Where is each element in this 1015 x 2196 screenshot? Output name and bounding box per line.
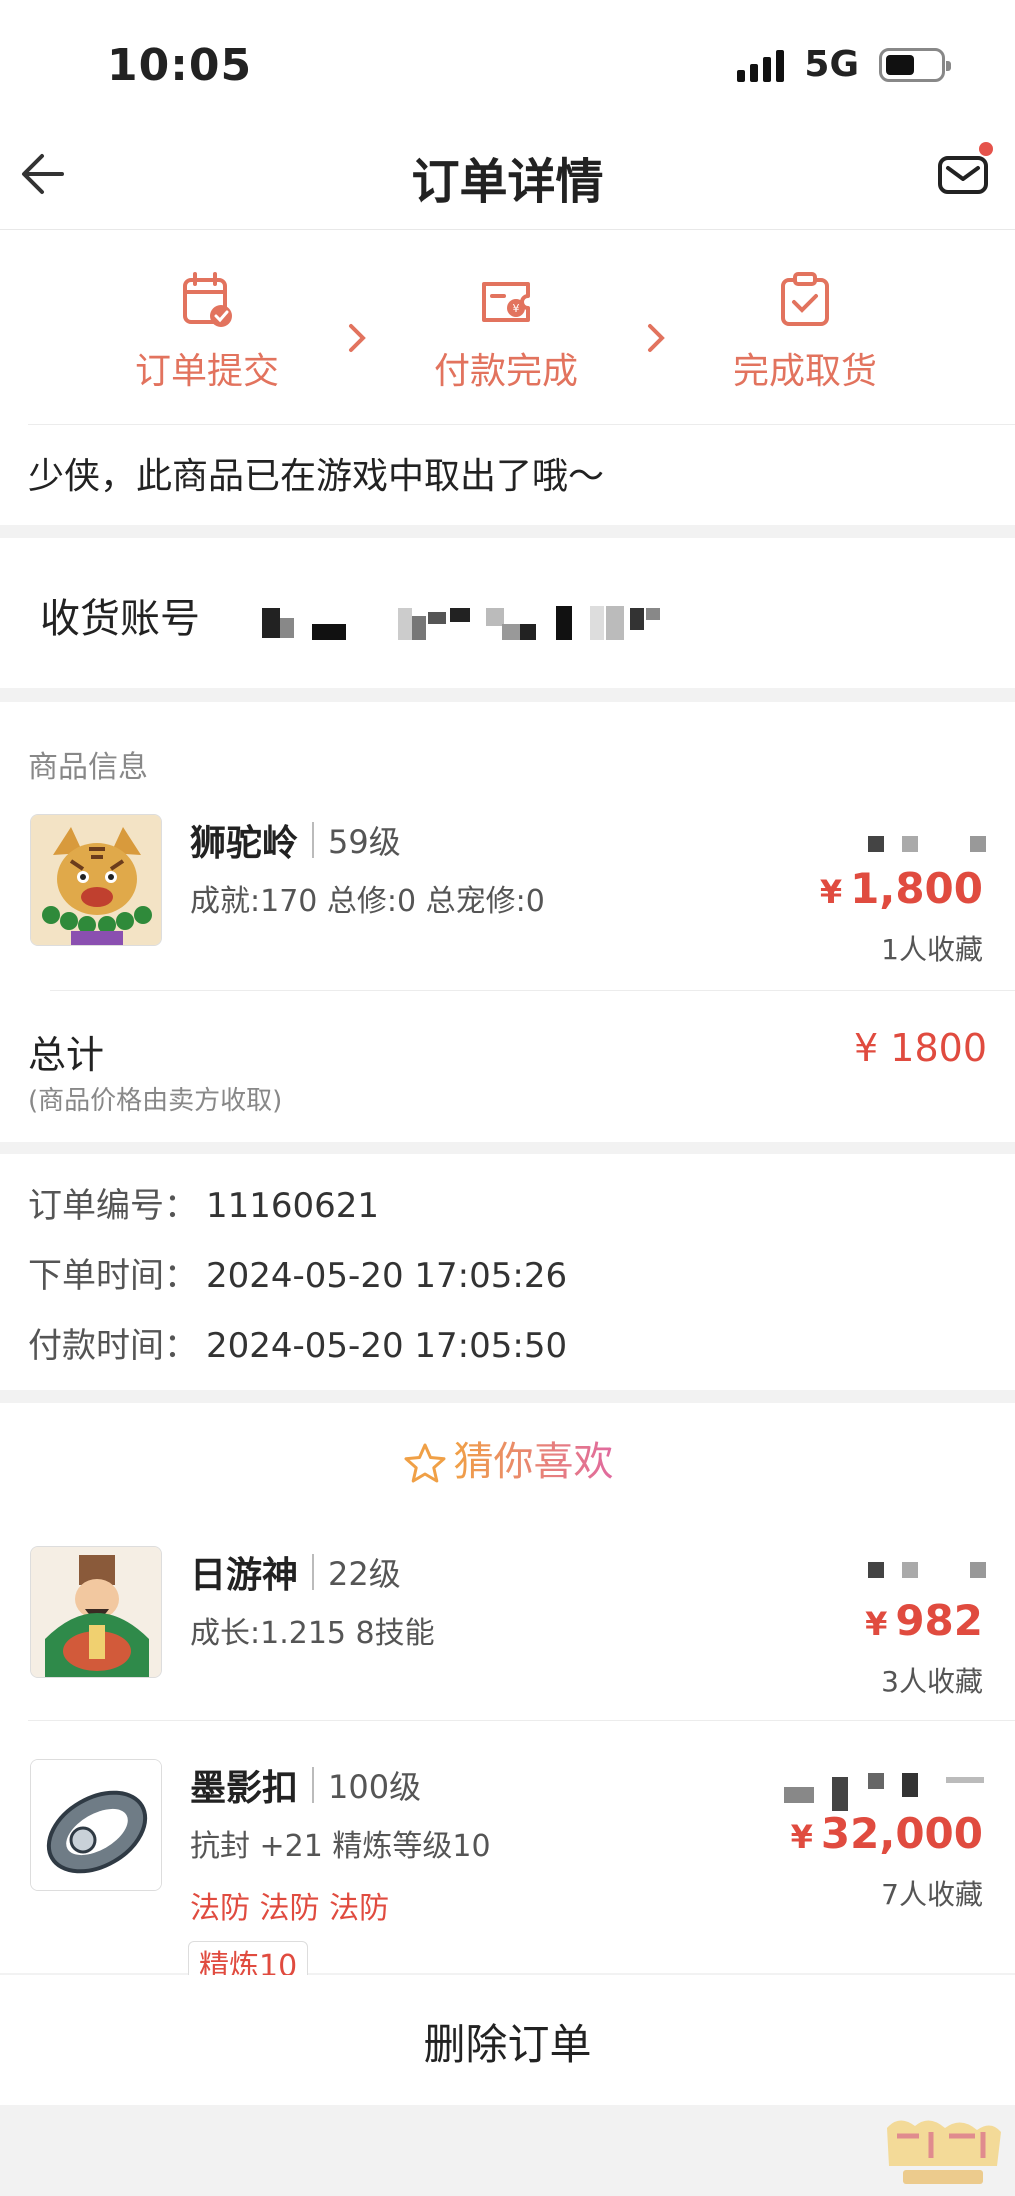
chevron-right-icon [648, 324, 665, 352]
recommend-item[interactable]: 墨影扣 100级 抗封 +21 精炼等级10 法防 法防 法防 精炼10 ¥32,… [0, 1751, 1015, 1991]
item-level: 59级 [328, 823, 401, 861]
step-pickup-complete: 完成取货 [695, 270, 915, 394]
step-label: 完成取货 [732, 351, 877, 392]
item-stats: 成长:1.215 8技能 [190, 1616, 435, 1651]
step-order-submitted: 订单提交 [97, 270, 317, 394]
recommend-item[interactable]: 日游神 22级 成长:1.215 8技能 ¥982 3人收藏 [0, 1538, 1015, 1738]
order-time: 2024-05-20 17:05:26 [206, 1256, 568, 1296]
status-indicators: 5G [737, 44, 951, 85]
ticket-yen-icon: ¥ [482, 282, 530, 322]
status-time: 10:05 [107, 40, 253, 91]
item-name: 墨影扣 [190, 1768, 299, 1809]
status-bar: 10:05 5G [0, 0, 1015, 130]
item-stats: 成就:170 总修:0 总宠修:0 [190, 884, 545, 919]
item-name-row: 日游神 22级 [190, 1546, 401, 1598]
account-label: 收货账号 [40, 596, 200, 642]
notification-dot [979, 142, 993, 156]
notice-text: 少侠，此商品已在游戏中取出了哦～ [28, 456, 605, 497]
recommend-title: 猜你喜欢 [0, 1429, 1015, 1487]
divider [50, 990, 1015, 991]
item-level: 22级 [328, 1555, 401, 1593]
step-label: 付款完成 [433, 351, 578, 392]
payment-time: 2024-05-20 17:05:50 [206, 1326, 568, 1366]
item-tags: 法防 法防 法防 [190, 1891, 390, 1926]
item-price: ¥32,000 [790, 1809, 983, 1858]
total-label: 总计 [28, 1033, 105, 1077]
order-progress: 订单提交 ¥ 付款完成 完成取货 [0, 230, 1015, 425]
item-favorites: 1人收藏 [881, 933, 983, 966]
goods-info: 商品信息 狮驼岭 59级 成就:170 总修:0 总宠修:0 ¥1,800 1人… [0, 702, 1015, 1142]
page-title: 订单详情 [411, 154, 604, 210]
total-note: (商品价格由卖方收取) [28, 1086, 283, 1116]
chevron-right-icon [349, 324, 366, 352]
payment-time-row: 付款时间： 2024-05-20 17:05:50 [28, 1326, 568, 1366]
battery-icon [879, 47, 951, 82]
item-name-row: 墨影扣 100级 [190, 1759, 421, 1811]
status-notice: 少侠，此商品已在游戏中取出了哦～ [0, 425, 1015, 525]
delete-order-button[interactable]: 删除订单 [0, 2011, 1015, 2072]
item-thumbnail [30, 1546, 162, 1678]
bottom-action-bar: 删除订单 [0, 1975, 1015, 2105]
step-label: 订单提交 [134, 351, 279, 392]
total-value: ¥ 1800 [854, 1026, 987, 1070]
item-favorites: 3人收藏 [881, 1665, 983, 1698]
order-time-row: 下单时间： 2024-05-20 17:05:26 [28, 1256, 568, 1296]
item-name: 狮驼岭 [190, 823, 299, 864]
item-favorites: 7人收藏 [881, 1878, 983, 1911]
nav-bar: 订单详情 [0, 120, 1015, 230]
item-name-row: 狮驼岭 59级 [190, 814, 401, 866]
item-thumbnail [30, 1759, 162, 1891]
clipboard-check-icon [781, 272, 829, 326]
step-payment-complete: ¥ 付款完成 [396, 270, 616, 394]
item-price: ¥982 [865, 1596, 983, 1645]
section-title: 商品信息 [28, 750, 148, 785]
recommendations: 猜你喜欢 日游神 22级 成长:1.215 8技能 ¥982 3人收藏 墨影扣 … [0, 1403, 1015, 1991]
calendar-check-icon [183, 272, 232, 327]
star-icon [404, 1443, 445, 1483]
svg-text:¥: ¥ [513, 302, 520, 315]
watermark-logo [887, 2120, 1001, 2184]
order-number-row: 订单编号： 11160621 [28, 1186, 380, 1226]
item-level: 100级 [328, 1768, 422, 1806]
divider [28, 1720, 1015, 1721]
item-stats: 抗封 +21 精炼等级10 [190, 1829, 491, 1864]
signal-icon [737, 48, 785, 82]
network-type: 5G [804, 44, 859, 85]
receiving-account: 收货账号 [0, 538, 1015, 688]
item-name: 日游神 [190, 1555, 299, 1596]
goods-item[interactable]: 狮驼岭 59级 成就:170 总修:0 总宠修:0 ¥1,800 1人收藏 [0, 806, 1015, 1006]
item-price: ¥1,800 [819, 864, 983, 913]
order-number[interactable]: 11160621 [206, 1186, 379, 1226]
item-thumbnail [30, 814, 162, 946]
order-info: 订单编号： 11160621 下单时间： 2024-05-20 17:05:26 付… [0, 1154, 1015, 1390]
